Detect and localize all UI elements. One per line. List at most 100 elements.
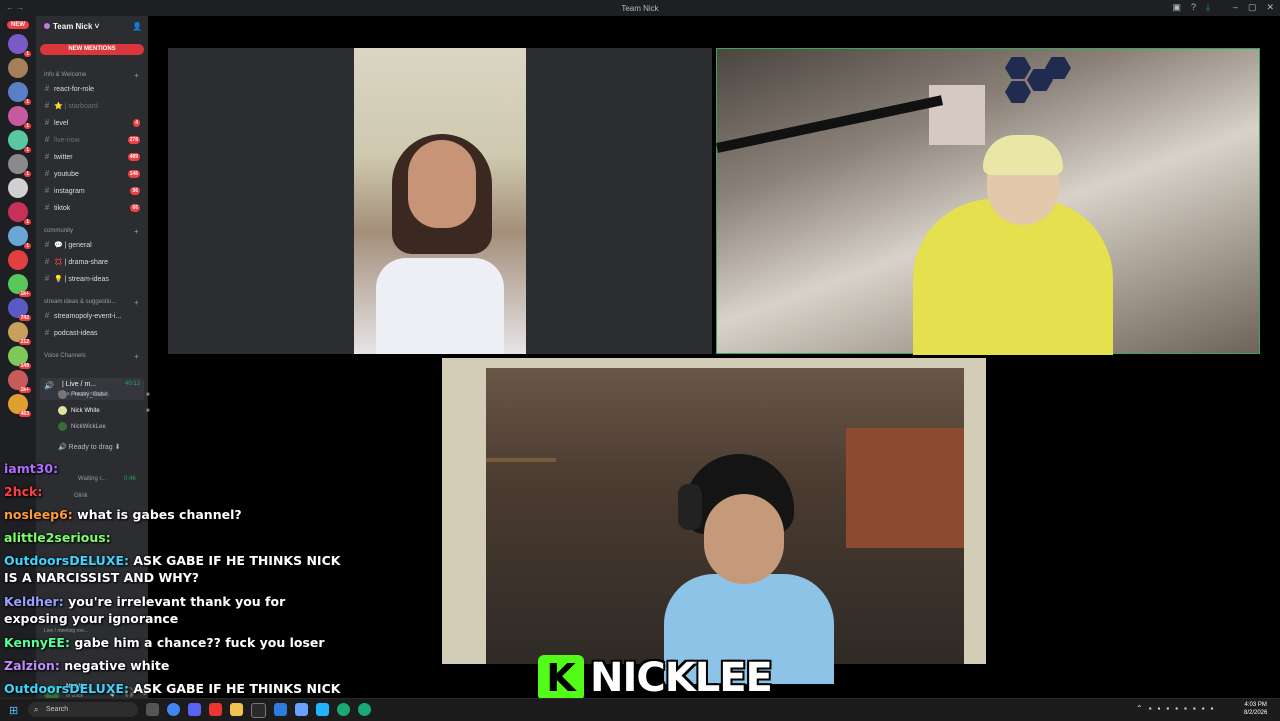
channel-item[interactable]: # youtube 146: [40, 167, 144, 181]
mention-count-badge: 146: [127, 170, 140, 178]
voice-user[interactable]: NickWickLee: [58, 421, 106, 433]
add-channel-icon[interactable]: +: [134, 227, 139, 236]
title-toolbar: ▣ ? ⤓: [1172, 2, 1210, 13]
channel-item[interactable]: # podcast-ideas: [40, 326, 144, 340]
app-icon[interactable]: [274, 703, 287, 716]
category-voice[interactable]: Voice Channels +: [44, 352, 139, 361]
taskbar-search[interactable]: ⌕ Search: [28, 702, 138, 717]
chat-username[interactable]: Zalzion:: [4, 658, 60, 673]
chat-username[interactable]: OutdoorsDELUXE:: [4, 681, 129, 696]
server-mention-count: 1: [24, 147, 31, 153]
avatar: [58, 405, 67, 415]
chat-username[interactable]: iamt30:: [4, 461, 58, 476]
maximize-icon[interactable]: ▢: [1248, 2, 1257, 13]
server-icon[interactable]: 1: [8, 226, 31, 249]
back-forward-icon[interactable]: ← →: [6, 3, 24, 12]
new-mentions-button[interactable]: NEW MENTIONS: [40, 44, 144, 55]
file-explorer-icon[interactable]: [230, 703, 243, 716]
add-channel-icon[interactable]: +: [134, 352, 139, 361]
minimize-icon[interactable]: –: [1233, 2, 1238, 13]
channel-label: streamopoly-event-i...: [53, 313, 122, 320]
channel-item[interactable]: # streamopoly-event-i...: [40, 309, 144, 323]
chat-text: what is gabes channel?: [72, 507, 242, 522]
inbox-icon[interactable]: ▣: [1172, 2, 1181, 13]
server-icon[interactable]: 149: [8, 346, 31, 369]
voice-user[interactable]: Freaky_Gabe. ■: [58, 389, 150, 401]
mention-count-badge: 489: [127, 153, 140, 161]
obs-icon[interactable]: [251, 703, 266, 718]
system-tray[interactable]: ⌃▪▪▪▪▪▪▪▪: [1136, 704, 1219, 713]
channel-item[interactable]: # 💢 | drama-share: [40, 255, 144, 269]
chat-username[interactable]: alittle2serious:: [4, 530, 111, 545]
server-icon[interactable]: [8, 58, 28, 78]
channel-item[interactable]: # 💡 | stream-ideas: [40, 272, 144, 286]
discord-icon[interactable]: [188, 703, 201, 716]
wall-hexagon: [1005, 81, 1031, 103]
channel-item[interactable]: # instagram 96: [40, 184, 144, 198]
video-tile-nickwicklee[interactable]: [442, 358, 986, 684]
category-community[interactable]: community +: [44, 227, 139, 236]
windows-taskbar: ⊞ ⌕ Search ⌃▪▪▪▪▪▪▪▪ 4:03 PM 8/2/2026: [0, 698, 1280, 721]
channel-item[interactable]: # 💬 | general: [40, 238, 144, 252]
server-mention-count: 1: [24, 99, 31, 105]
chrome-icon[interactable]: [167, 703, 180, 716]
app-icon[interactable]: [358, 703, 371, 716]
new-badge[interactable]: NEW: [7, 21, 29, 29]
add-member-icon[interactable]: 👤: [132, 22, 142, 31]
chat-username[interactable]: 2hck:: [4, 484, 42, 499]
channel-item[interactable]: # live-now 278: [40, 133, 144, 147]
chat-message: Zalzion: negative white: [4, 657, 344, 674]
channel-item[interactable]: # level 4: [40, 116, 144, 130]
server-icon[interactable]: 1: [8, 34, 31, 57]
voice-user[interactable]: Nick White ■: [58, 405, 150, 417]
add-channel-icon[interactable]: +: [134, 71, 139, 80]
server-icon[interactable]: [8, 178, 28, 198]
server-icon[interactable]: 1: [8, 106, 31, 129]
video-tile-freaky-gabe[interactable]: [168, 48, 712, 354]
chat-username[interactable]: OutdoorsDELUXE:: [4, 553, 129, 568]
server-icon[interactable]: 1: [8, 130, 31, 153]
server-icon[interactable]: 463: [8, 394, 31, 417]
edge-icon[interactable]: [337, 703, 350, 716]
channel-item[interactable]: # tiktok 66: [40, 201, 144, 215]
chat-message: OutdoorsDELUXE: ASK GABE IF HE THINKS NI…: [4, 552, 344, 586]
chat-username[interactable]: KennyEE:: [4, 635, 70, 650]
chat-message: iamt30:: [4, 460, 344, 477]
server-name-label: Team Nick: [53, 22, 93, 31]
server-icon: [44, 23, 50, 29]
server-icon[interactable]: 1: [8, 82, 31, 105]
app-icon[interactable]: [316, 703, 329, 716]
server-icon[interactable]: 1: [8, 154, 31, 177]
server-icon[interactable]: 1k+: [8, 370, 31, 393]
server-mention-count: 212: [18, 339, 31, 345]
app-icon[interactable]: [295, 703, 308, 716]
server-icon[interactable]: 742: [8, 298, 31, 321]
channel-item[interactable]: # twitter 489: [40, 150, 144, 164]
download-icon[interactable]: ⤓: [1206, 2, 1210, 13]
chat-message: Keldher: you're irrelevant thank you for…: [4, 593, 344, 627]
app-icon[interactable]: [209, 703, 222, 716]
voice-channel-label: | Live / m...: [62, 381, 97, 388]
mention-count-badge: 4: [133, 119, 140, 127]
category-stream[interactable]: stream ideas & suggestio... +: [44, 298, 139, 307]
taskbar-clock[interactable]: 4:03 PM 8/2/2026: [1244, 701, 1267, 717]
channel-item[interactable]: # ⭐ | starboard: [40, 99, 144, 113]
chat-username[interactable]: nosleep6:: [4, 507, 73, 522]
server-icon[interactable]: 212: [8, 322, 31, 345]
ready-to-drag-channel[interactable]: 🔊 Ready to drag ⬇: [58, 443, 120, 451]
channel-item[interactable]: # react-for-role: [40, 82, 144, 96]
task-view-icon[interactable]: [146, 703, 159, 716]
help-icon[interactable]: ?: [1191, 2, 1196, 13]
mention-count-badge: 278: [127, 136, 140, 144]
category-info[interactable]: Info & Welcome +: [44, 71, 139, 80]
server-name[interactable]: Team Nick ˅: [44, 22, 99, 31]
server-icon[interactable]: [8, 250, 28, 270]
video-tile-nick-white[interactable]: [715, 48, 1260, 355]
close-icon[interactable]: ✕: [1266, 2, 1274, 13]
server-icon[interactable]: 1: [8, 202, 31, 225]
windows-start-icon[interactable]: ⊞: [9, 704, 18, 717]
chat-text: ASK GABE IF HE THINKS NICK: [129, 681, 341, 696]
chat-username[interactable]: Keldher:: [4, 594, 64, 609]
server-icon[interactable]: 1k+: [8, 274, 31, 297]
add-channel-icon[interactable]: +: [134, 298, 139, 307]
